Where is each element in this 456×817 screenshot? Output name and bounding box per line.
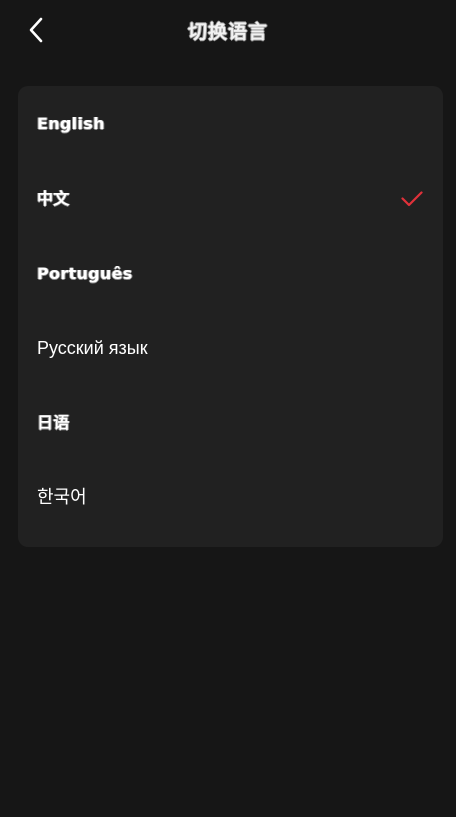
language-label: 日语 xyxy=(37,412,70,432)
language-label: 中文 xyxy=(37,188,70,208)
language-label: Português xyxy=(37,263,133,283)
language-option-korean[interactable]: 한국어 xyxy=(18,459,443,534)
check-icon xyxy=(401,190,423,206)
language-option-russian[interactable]: Русский язык xyxy=(18,310,443,385)
header-bar: 切换语言 xyxy=(0,0,456,64)
language-list: English 中文 Português Русский язык 日语 한국어 xyxy=(18,86,443,547)
language-label: English xyxy=(37,113,105,133)
language-label: Русский язык xyxy=(37,337,148,358)
language-option-portuguese[interactable]: Português xyxy=(18,236,443,311)
language-label: 한국어 xyxy=(37,486,87,507)
language-option-japanese[interactable]: 日语 xyxy=(18,385,443,460)
language-option-english[interactable]: English xyxy=(18,86,443,161)
page-title: 切换语言 xyxy=(187,21,268,43)
language-option-chinese[interactable]: 中文 xyxy=(18,161,443,236)
language-switch-page: 切换语言 English 中文 Português Русский язык 日… xyxy=(0,0,456,817)
